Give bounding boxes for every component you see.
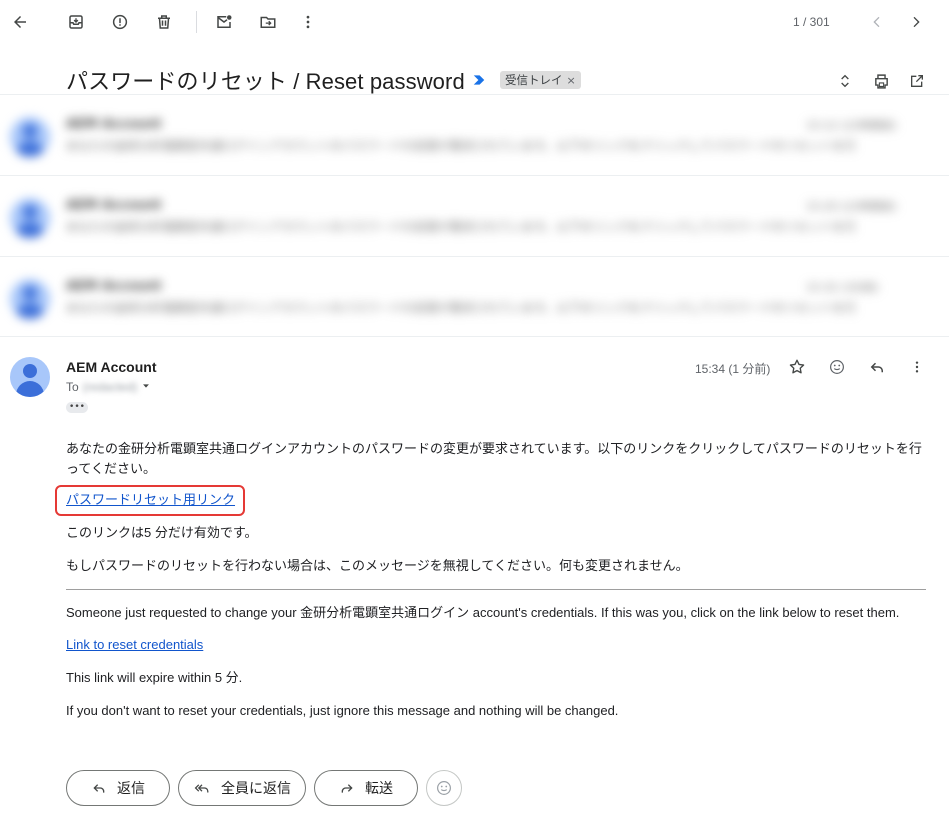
en-expire-text: This link will expire within 5 分. bbox=[66, 670, 243, 685]
older-button[interactable] bbox=[900, 6, 932, 38]
chevron-right-icon bbox=[908, 14, 924, 30]
message-counter: 1 / 301 bbox=[793, 15, 830, 29]
collapsed-sender: AEM Account bbox=[66, 279, 162, 294]
reply-all-label: 全員に返信 bbox=[221, 781, 291, 797]
en-ignore-text: If you don't want to reset your credenti… bbox=[66, 703, 619, 718]
en-reset-link[interactable]: Link to reset credentials bbox=[66, 637, 203, 652]
add-reaction-button[interactable] bbox=[824, 354, 850, 380]
expand-all-button[interactable] bbox=[832, 68, 858, 94]
jp-paragraph: あなたの金研分析電顕室共通ログインアカウントのパスワードの変更が要求されています… bbox=[66, 441, 922, 476]
collapsed-message[interactable]: AEM Account あなたの金研分析電顕室共通ログインアカウントのパスワード… bbox=[0, 256, 949, 337]
forward-label: 転送 bbox=[365, 781, 393, 797]
recipient-line: To (redacted) bbox=[66, 380, 151, 394]
jp-expire-text: このリンクは5 分だけ有効です。 bbox=[66, 525, 258, 540]
delete-button[interactable] bbox=[148, 6, 180, 38]
add-reaction-icon bbox=[828, 358, 846, 376]
collapsed-sender: AEM Account bbox=[66, 198, 162, 213]
to-label: To bbox=[66, 380, 79, 394]
recipient-details-toggle[interactable] bbox=[141, 380, 151, 394]
reply-button[interactable] bbox=[864, 354, 890, 380]
sender-name[interactable]: AEM Account bbox=[66, 359, 156, 375]
collapsed-time: 15:12 (22時間前) bbox=[806, 119, 897, 132]
star-button[interactable] bbox=[784, 354, 810, 380]
avatar bbox=[10, 279, 50, 319]
caret-down-icon bbox=[143, 384, 150, 388]
move-to-icon bbox=[259, 13, 277, 31]
jp-reset-link[interactable]: パスワードリセット用リンク bbox=[66, 492, 235, 507]
chevron-left-icon bbox=[869, 14, 885, 30]
more-vert-icon bbox=[909, 359, 925, 375]
en-paragraph: Someone just requested to change your 金研… bbox=[66, 605, 900, 620]
more-vert-icon bbox=[299, 13, 317, 31]
show-trimmed-content-button[interactable]: ••• bbox=[66, 402, 88, 413]
thread-subject: パスワードのリセット / Reset password bbox=[66, 69, 465, 94]
mark-unread-button[interactable] bbox=[208, 6, 240, 38]
avatar bbox=[10, 117, 50, 157]
more-options-button[interactable] bbox=[292, 6, 324, 38]
label-text: 受信トレイ bbox=[505, 73, 563, 87]
collapsed-message[interactable]: AEM Account あなたの金研分析電顕室共通ログインアカウントのパスワード… bbox=[0, 94, 949, 175]
collapsed-time: 15:32 (3分前) bbox=[806, 281, 879, 294]
collapsed-snippet: あなたの金研分析電顕室共通ログインアカウントのパスワードの変更が要求されています… bbox=[66, 220, 857, 234]
reply-icon bbox=[91, 780, 107, 796]
language-divider bbox=[66, 589, 926, 590]
reply-all-icon bbox=[193, 780, 211, 796]
open-new-window-icon bbox=[909, 73, 925, 89]
forward-pill-button[interactable]: 転送 bbox=[314, 770, 418, 806]
mark-unread-icon bbox=[215, 13, 233, 31]
report-spam-button[interactable] bbox=[104, 6, 136, 38]
print-button[interactable] bbox=[868, 68, 894, 94]
open-new-window-button[interactable] bbox=[904, 68, 930, 94]
collapsed-snippet: あなたの金研分析電顕室共通ログインアカウントのパスワードの変更が要求されています… bbox=[66, 139, 857, 153]
collapsed-time: 15:20 (22時間前) bbox=[806, 200, 897, 213]
arrow-left-icon bbox=[11, 13, 29, 31]
recipient-address: (redacted) bbox=[82, 380, 138, 394]
inbox-label-chip: 受信トレイ × bbox=[500, 71, 581, 89]
message-time: 15:34 (1 分前) bbox=[695, 362, 771, 376]
toolbar-divider bbox=[196, 11, 197, 33]
report-spam-icon bbox=[111, 13, 129, 31]
avatar bbox=[10, 198, 50, 238]
trash-icon bbox=[155, 13, 173, 31]
reply-icon bbox=[868, 358, 886, 376]
reply-pill-button[interactable]: 返信 bbox=[66, 770, 170, 806]
add-reaction-icon bbox=[435, 779, 453, 797]
move-to-button[interactable] bbox=[252, 6, 284, 38]
print-icon bbox=[873, 73, 890, 90]
back-button[interactable] bbox=[4, 6, 36, 38]
collapsed-sender: AEM Account bbox=[66, 117, 162, 132]
remove-label-button[interactable]: × bbox=[567, 74, 576, 87]
archive-button[interactable] bbox=[60, 6, 92, 38]
sender-avatar[interactable] bbox=[10, 357, 50, 397]
forward-icon bbox=[339, 780, 355, 796]
jp-ignore-text: もしパスワードのリセットを行わない場合は、このメッセージを無視してください。何も… bbox=[66, 558, 689, 573]
unfold-icon bbox=[837, 73, 853, 89]
emoji-reaction-button[interactable] bbox=[426, 770, 462, 806]
newer-button[interactable] bbox=[861, 6, 893, 38]
reply-all-pill-button[interactable]: 全員に返信 bbox=[178, 770, 306, 806]
collapsed-snippet: あなたの金研分析電顕室共通ログインアカウントのパスワードの変更が要求されています… bbox=[66, 301, 857, 315]
importance-marker-icon[interactable] bbox=[472, 72, 486, 91]
collapsed-message[interactable]: AEM Account あなたの金研分析電顕室共通ログインアカウントのパスワード… bbox=[0, 175, 949, 256]
star-outline-icon bbox=[788, 358, 806, 376]
reply-label: 返信 bbox=[117, 781, 145, 797]
message-more-button[interactable] bbox=[904, 354, 930, 380]
archive-icon bbox=[67, 13, 85, 31]
